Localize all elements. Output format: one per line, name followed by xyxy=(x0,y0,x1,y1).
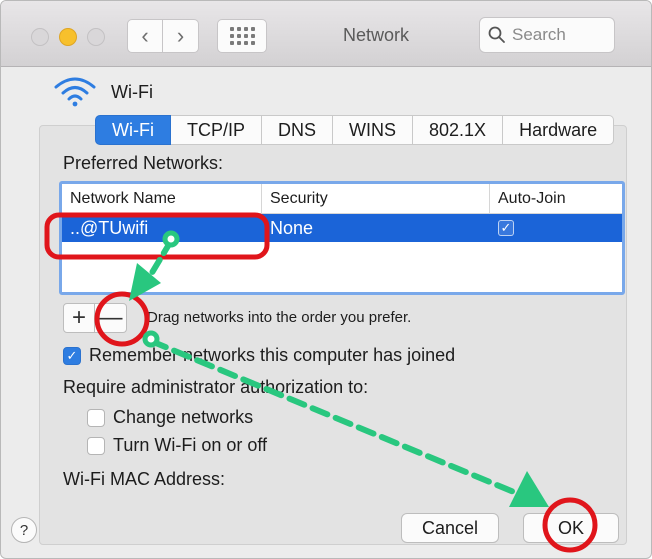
window-title: Network xyxy=(342,25,409,45)
network-name-cell: ..@TUwifi xyxy=(70,217,149,238)
column-auto-join[interactable]: Auto-Join xyxy=(490,184,622,213)
mac-address-label: Wi-Fi MAC Address: xyxy=(63,469,225,490)
title-bar: ‹ › Network Search xyxy=(1,1,651,67)
column-network-name[interactable]: Network Name xyxy=(62,184,262,213)
remove-network-button[interactable]: — xyxy=(95,303,127,333)
tab-tcpip[interactable]: TCP/IP xyxy=(170,115,262,145)
settings-tabs: Wi-Fi TCP/IP DNS WINS 802.1X Hardware xyxy=(95,115,615,145)
remember-networks-label: Remember networks this computer has join… xyxy=(89,345,456,365)
search-icon xyxy=(488,26,505,43)
preferred-networks-table[interactable]: Network Name Security Auto-Join ..@TUwif… xyxy=(59,181,625,295)
cancel-button[interactable]: Cancel xyxy=(401,513,499,543)
search-placeholder: Search xyxy=(512,25,566,44)
chevron-left-icon: ‹ xyxy=(141,23,149,48)
interface-label: Wi-Fi xyxy=(111,81,153,102)
table-row[interactable]: ..@TUwifi None ✓ xyxy=(62,214,622,242)
preferred-networks-label: Preferred Networks: xyxy=(63,153,224,173)
chevron-right-icon: › xyxy=(176,23,185,48)
require-admin-text: Require administrator authorization to: xyxy=(63,377,369,397)
back-button[interactable]: ‹ xyxy=(127,19,163,53)
change-networks-label: Change networks xyxy=(113,407,254,427)
wifi-icon xyxy=(54,77,96,107)
require-admin-label: Require administrator authorization to: xyxy=(63,377,368,398)
interface-header: Wi-Fi xyxy=(53,77,153,107)
turn-wifi-option[interactable]: Turn Wi-Fi on or off xyxy=(87,435,267,456)
forward-button[interactable]: › xyxy=(163,19,199,53)
add-network-button[interactable]: + xyxy=(63,303,95,333)
ok-button[interactable]: OK xyxy=(523,513,619,543)
column-security[interactable]: Security xyxy=(262,184,490,213)
main-content: Wi-Fi Wi-Fi TCP/IP DNS WINS 802.1X Hardw… xyxy=(1,67,651,558)
auto-join-checkbox[interactable]: ✓ xyxy=(498,220,514,236)
tab-wifi[interactable]: Wi-Fi xyxy=(95,115,171,145)
table-header: Network Name Security Auto-Join xyxy=(62,184,622,214)
drag-hint-text: Drag networks into the order you prefer. xyxy=(147,309,412,326)
minimize-window-button[interactable] xyxy=(59,28,77,46)
tab-wins[interactable]: WINS xyxy=(333,115,414,145)
tab-dns[interactable]: DNS xyxy=(262,115,334,145)
zoom-window-button[interactable] xyxy=(87,28,105,46)
close-window-button[interactable] xyxy=(31,28,49,46)
search-field[interactable]: Search xyxy=(479,17,615,53)
turn-wifi-label: Turn Wi-Fi on or off xyxy=(113,435,268,455)
network-preferences-window: ‹ › Network Search Wi-Fi Wi-Fi TCP/IP DN… xyxy=(0,0,652,559)
turn-wifi-checkbox[interactable] xyxy=(87,436,105,455)
remember-networks-checkbox[interactable]: ✓ xyxy=(63,346,81,365)
help-button[interactable]: ? xyxy=(11,517,37,543)
remember-networks-option[interactable]: ✓ Remember networks this computer has jo… xyxy=(63,345,455,366)
show-all-button[interactable] xyxy=(217,19,267,53)
tab-hardware[interactable]: Hardware xyxy=(503,115,615,145)
security-cell: None xyxy=(270,217,314,238)
change-networks-option[interactable]: Change networks xyxy=(87,407,253,428)
mac-address-text: Wi-Fi MAC Address: xyxy=(63,469,226,489)
change-networks-checkbox[interactable] xyxy=(87,408,105,427)
tab-8021x[interactable]: 802.1X xyxy=(413,115,504,145)
auto-join-cell: ✓ xyxy=(490,214,622,242)
